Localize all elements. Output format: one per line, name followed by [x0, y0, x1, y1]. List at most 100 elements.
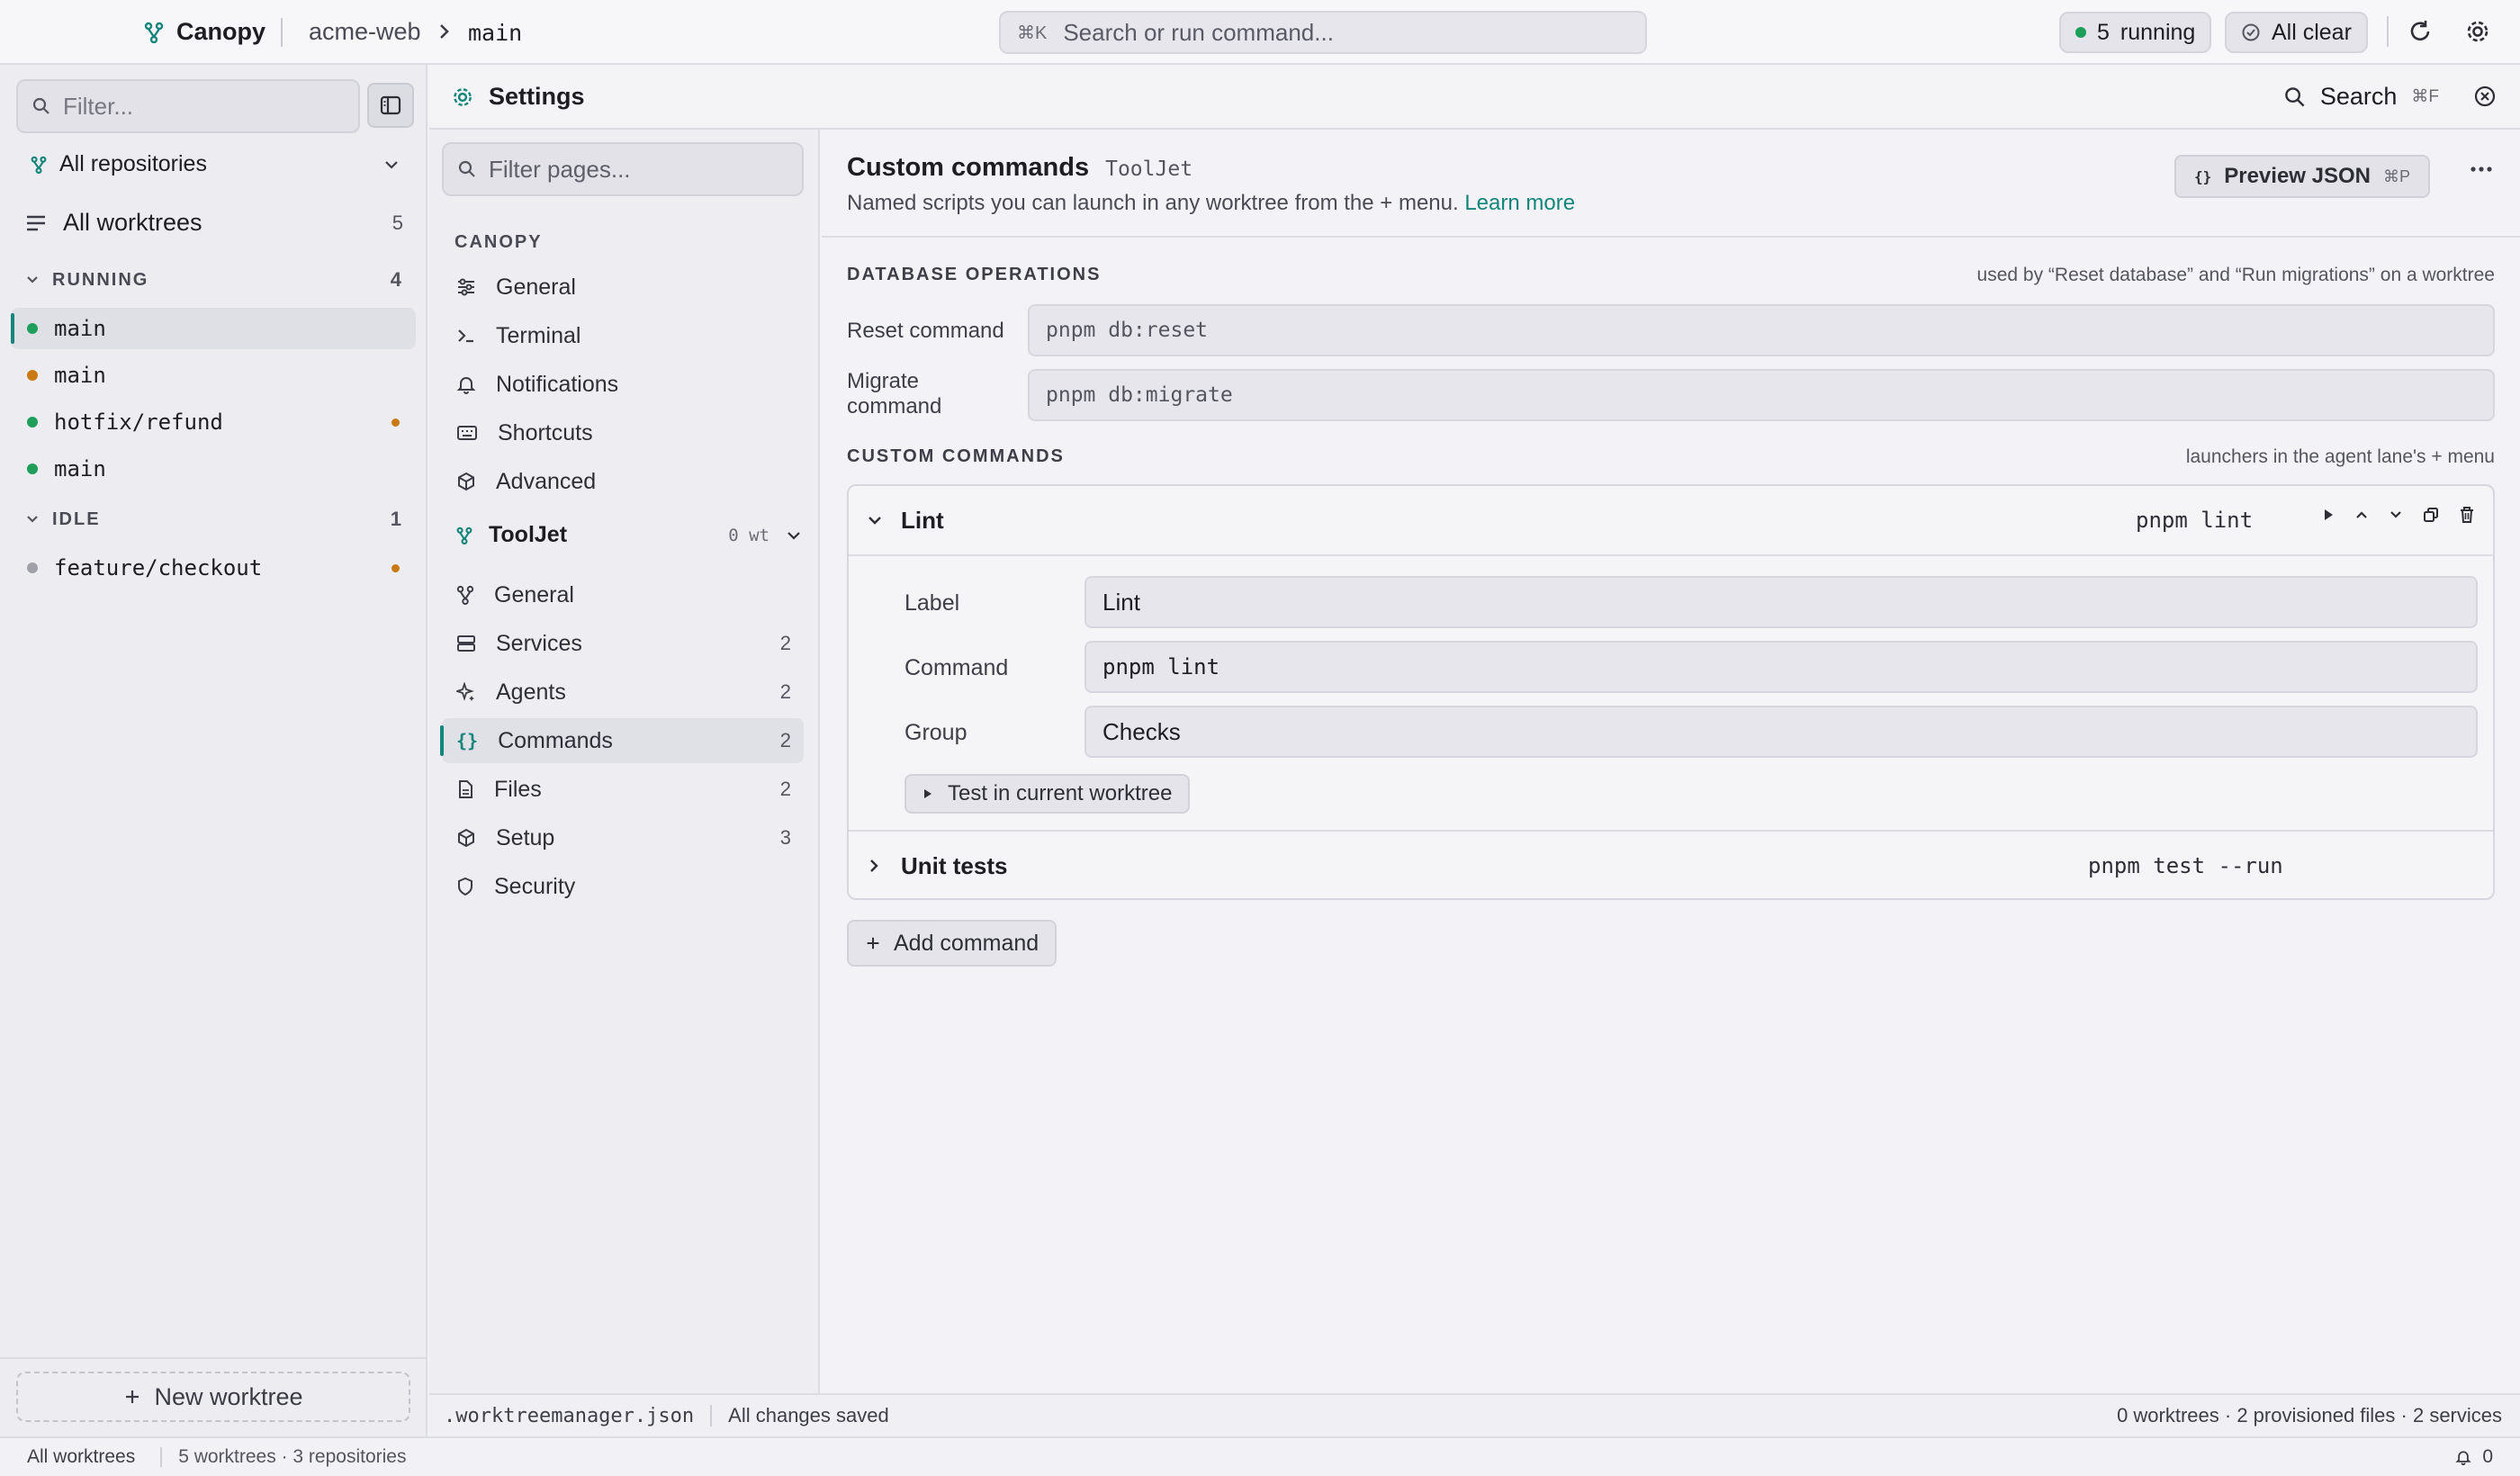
group-input[interactable]: Checks	[1084, 706, 2478, 758]
running-status-pill[interactable]: 5 running	[2059, 12, 2212, 53]
all-worktrees-item[interactable]: All worktrees 5	[25, 209, 403, 237]
close-circle-icon[interactable]	[2473, 85, 2497, 108]
chevron-down-icon[interactable]	[2389, 509, 2403, 520]
worktree-row[interactable]: main	[11, 308, 416, 349]
worktree-row[interactable]: hotfix/refund	[11, 401, 416, 443]
nav-item-repo-general[interactable]: General	[442, 572, 804, 617]
refresh-icon[interactable]	[2407, 18, 2434, 45]
play-icon[interactable]	[2322, 508, 2335, 522]
search-icon	[32, 97, 50, 115]
config-file-name[interactable]: .worktreemanager.json	[444, 1405, 694, 1427]
sidebar-filter-input[interactable]	[63, 92, 333, 121]
worktree-name: main	[54, 456, 106, 482]
chevron-right-icon[interactable]	[868, 858, 879, 874]
page-header: Custom commands ToolJet Named scripts yo…	[822, 130, 2520, 238]
page-title: Custom commands ToolJet	[847, 153, 1192, 183]
repository-select[interactable]: All repositories	[31, 151, 400, 177]
trash-icon[interactable]	[2459, 506, 2475, 524]
nav-item-files[interactable]: Files 2	[442, 767, 804, 812]
cube-icon	[456, 472, 476, 491]
add-command-button[interactable]: Add command	[847, 920, 1058, 967]
all-clear-pill[interactable]: All clear	[2225, 12, 2368, 53]
chevron-down-icon[interactable]	[867, 515, 883, 526]
settings-search-button[interactable]: Search ⌘F	[2284, 83, 2439, 111]
chevron-up-icon[interactable]	[2354, 509, 2369, 520]
changes-dot-icon	[392, 418, 400, 427]
migrate-command-label: Migrate command	[847, 369, 941, 419]
label-input[interactable]: Lint	[1084, 576, 2478, 628]
nav-item-advanced[interactable]: Advanced	[442, 459, 804, 504]
all-worktrees-label: All worktrees	[63, 209, 202, 236]
plus-icon	[865, 935, 881, 951]
nav-item-general[interactable]: General	[442, 265, 804, 310]
test-in-worktree-button[interactable]: Test in current worktree	[904, 774, 1191, 814]
worktree-name: hotfix/refund	[54, 410, 223, 435]
test-in-worktree-label: Test in current worktree	[948, 781, 1173, 806]
app-footer: All worktrees 5 worktrees · 3 repositori…	[0, 1436, 2520, 1476]
new-worktree-button[interactable]: New worktree	[16, 1372, 410, 1422]
repo-section-header[interactable]: ToolJet 0 wt	[456, 522, 802, 548]
notifications-button[interactable]: 0	[2455, 1446, 2493, 1468]
footer-divider	[160, 1447, 163, 1467]
gear-icon[interactable]	[2464, 18, 2491, 45]
reset-command-input[interactable]: pnpm db:reset	[1028, 304, 2495, 356]
nav-item-terminal[interactable]: Terminal	[442, 313, 804, 358]
repo-section-name: ToolJet	[489, 522, 568, 547]
more-options-icon[interactable]	[2470, 166, 2493, 173]
nav-item-services[interactable]: Services 2	[442, 621, 804, 666]
nav-item-shortcuts[interactable]: Shortcuts	[442, 410, 804, 455]
running-group-header[interactable]: RUNNING 4	[25, 268, 403, 292]
preview-json-button[interactable]: {} Preview JSON ⌘P	[2174, 155, 2430, 198]
command-name: Lint	[901, 506, 944, 534]
nav-item-label: General	[494, 581, 574, 608]
command-input[interactable]	[1063, 18, 1586, 47]
idle-group-header[interactable]: IDLE 1	[25, 508, 403, 531]
page-description-text: Named scripts you can launch in any work…	[847, 191, 1459, 215]
custom-commands-section-label: CUSTOM COMMANDS	[847, 446, 1065, 466]
command-row-unit-tests[interactable]: Unit tests pnpm test --run	[849, 832, 2493, 900]
bell-icon	[456, 374, 476, 394]
repo-worktree-count: 0 wt	[728, 525, 770, 545]
list-icon	[25, 214, 47, 232]
status-divider	[710, 1405, 713, 1426]
settings-pages-filter[interactable]	[442, 142, 804, 196]
idle-group-label: IDLE	[52, 508, 101, 529]
new-worktree-label: New worktree	[154, 1382, 303, 1410]
command-row-lint[interactable]: Lint pnpm lint	[849, 486, 2493, 554]
nav-item-security[interactable]: Security	[442, 864, 804, 909]
settings-pages-filter-input[interactable]	[489, 155, 777, 184]
command-bar[interactable]: ⌘K	[999, 11, 1647, 54]
running-group-label: RUNNING	[52, 269, 149, 290]
chevron-down-icon	[383, 159, 400, 170]
learn-more-link[interactable]: Learn more	[1464, 191, 1575, 215]
sidebar-toggle-button[interactable]	[367, 83, 414, 128]
command-actions	[2322, 506, 2475, 524]
server-icon	[456, 634, 476, 652]
worktree-row[interactable]: feature/checkout	[11, 547, 416, 589]
command-input[interactable]: pnpm lint	[1084, 641, 2478, 693]
breadcrumb-repo[interactable]: acme-web	[309, 18, 421, 46]
command-field-label: Command	[904, 655, 1009, 680]
footer-summary: 5 worktrees · 3 repositories	[178, 1446, 407, 1467]
nav-item-notifications[interactable]: Notifications	[442, 362, 804, 407]
settings-header: Settings Search ⌘F	[429, 65, 2520, 130]
command-preview: pnpm lint	[2136, 508, 2254, 533]
worktree-row[interactable]: main	[11, 448, 416, 490]
sidebar-divider	[0, 1357, 426, 1359]
duplicate-icon[interactable]	[2423, 507, 2439, 523]
chevron-right-icon	[437, 22, 452, 41]
footer-scope[interactable]: All worktrees	[27, 1446, 135, 1468]
nav-item-commands[interactable]: {} Commands 2	[440, 718, 804, 763]
app-brand[interactable]: Canopy	[144, 18, 266, 46]
nav-item-setup[interactable]: Setup 3	[442, 815, 804, 860]
nav-item-count: 2	[779, 632, 791, 654]
search-icon	[458, 160, 476, 178]
breadcrumb-branch[interactable]: main	[468, 20, 522, 46]
migrate-command-input[interactable]: pnpm db:migrate	[1028, 369, 2495, 421]
worktree-row[interactable]: main	[11, 355, 416, 396]
sidebar-filter[interactable]	[16, 79, 360, 133]
gear-icon	[451, 86, 474, 109]
command-shortcut: ⌘K	[1017, 22, 1048, 43]
all-worktrees-count: 5	[392, 211, 403, 234]
nav-item-agents[interactable]: Agents 2	[442, 670, 804, 715]
